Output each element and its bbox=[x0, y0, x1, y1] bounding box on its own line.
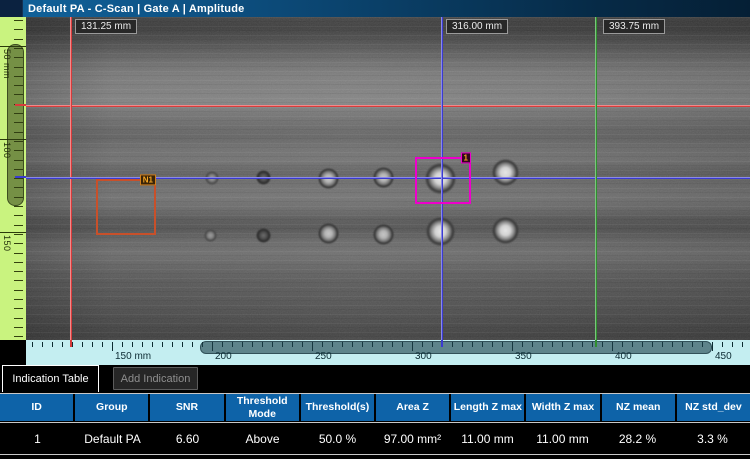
cursor-position-label: 393.75 mm bbox=[603, 19, 665, 34]
ruler-minor-tick bbox=[14, 290, 23, 291]
table-header-cell: NZ mean bbox=[602, 394, 675, 421]
ruler-minor-tick bbox=[92, 342, 93, 347]
table-cell: Default PA bbox=[75, 423, 150, 454]
ruler-minor-tick bbox=[14, 271, 23, 272]
tab-indication-table[interactable]: Indication Table bbox=[2, 365, 99, 392]
reference-box[interactable]: N1 bbox=[96, 179, 156, 235]
ruler-minor-tick bbox=[172, 342, 173, 347]
add-indication-button[interactable]: Add Indication bbox=[113, 367, 198, 390]
ruler-minor-tick bbox=[14, 225, 23, 226]
reference-cursor-horizontal[interactable] bbox=[26, 105, 750, 107]
ruler-minor-tick bbox=[14, 327, 23, 328]
reference-box-label: N1 bbox=[140, 174, 156, 185]
ruler-minor-tick bbox=[152, 342, 153, 347]
application-window: Default PA - C-Scan | Gate A | Amplitude… bbox=[0, 0, 750, 459]
ruler-minor-tick bbox=[14, 280, 23, 281]
ruler-minor-tick bbox=[14, 234, 23, 235]
ruler-minor-tick bbox=[14, 336, 23, 337]
ruler-minor-tick bbox=[162, 342, 163, 347]
table-header-cell: NZ std_dev bbox=[677, 394, 750, 421]
table-header-cell: Area Z bbox=[376, 394, 449, 421]
ruler-minor-tick bbox=[14, 308, 23, 309]
ruler-major-tick bbox=[112, 342, 113, 351]
table-cell: 28.2 % bbox=[600, 423, 675, 454]
ruler-minor-tick bbox=[14, 262, 23, 263]
ruler-minor-tick bbox=[14, 215, 23, 216]
ruler-minor-tick bbox=[14, 299, 23, 300]
ruler-major-tick bbox=[712, 342, 713, 351]
horizontal-scroll-thumb[interactable] bbox=[200, 341, 712, 354]
ruler-cursor-mark bbox=[15, 176, 26, 178]
ruler-minor-tick bbox=[142, 342, 143, 347]
ruler-minor-tick bbox=[14, 318, 23, 319]
secondary-cursor-vertical[interactable] bbox=[595, 17, 597, 340]
ruler-minor-tick bbox=[14, 243, 23, 244]
indication-blob bbox=[426, 217, 455, 246]
ruler-cursor-mark bbox=[70, 340, 72, 347]
indication-box-label: 1 bbox=[461, 152, 471, 163]
table-cell: 3.3 % bbox=[675, 423, 750, 454]
ruler-minor-tick bbox=[732, 342, 733, 347]
ruler-minor-tick bbox=[32, 342, 33, 347]
table-cell: 11.00 mm bbox=[525, 423, 600, 454]
ruler-label: 150 mm bbox=[115, 351, 151, 362]
ruler-minor-tick bbox=[62, 342, 63, 347]
ruler-corner bbox=[0, 340, 26, 365]
table-header-cell: ID bbox=[0, 394, 73, 421]
ruler-minor-tick bbox=[722, 342, 723, 347]
ruler-minor-tick bbox=[14, 29, 23, 30]
view-corner-icon[interactable] bbox=[0, 0, 23, 17]
ruler-minor-tick bbox=[102, 342, 103, 347]
ruler-minor-tick bbox=[14, 206, 23, 207]
view-title-bar: Default PA - C-Scan | Gate A | Amplitude bbox=[0, 0, 750, 17]
view-title: Default PA - C-Scan | Gate A | Amplitude bbox=[28, 3, 244, 15]
ruler-minor-tick bbox=[14, 39, 23, 40]
ruler-cursor-mark bbox=[15, 104, 26, 106]
vertical-ruler[interactable]: 50 mm100150 bbox=[0, 17, 27, 340]
ruler-minor-tick bbox=[182, 342, 183, 347]
indication-blob bbox=[204, 229, 217, 242]
table-header-cell: Threshold(s) bbox=[301, 394, 374, 421]
cursor-position-label: 131.25 mm bbox=[75, 19, 137, 34]
table-header-cell: Width Z max bbox=[526, 394, 599, 421]
ruler-minor-tick bbox=[72, 342, 73, 347]
ruler-minor-tick bbox=[52, 342, 53, 347]
indication-blob bbox=[492, 217, 519, 244]
ruler-minor-tick bbox=[14, 20, 23, 21]
ruler-minor-tick bbox=[82, 342, 83, 347]
ruler-major-tick bbox=[0, 232, 26, 233]
table-header-cell: Group bbox=[75, 394, 148, 421]
indication-blob bbox=[256, 228, 271, 243]
ruler-minor-tick bbox=[132, 342, 133, 347]
table-header-cell: SNR bbox=[150, 394, 223, 421]
indication-blob bbox=[373, 224, 394, 245]
table-cell: 11.00 mm bbox=[450, 423, 525, 454]
table-cell: 1 bbox=[0, 423, 75, 454]
indication-table-row[interactable]: 1Default PA6.60Above50.0 %97.00 mm²11.00… bbox=[0, 422, 750, 455]
table-header-cell: Length Z max bbox=[451, 394, 524, 421]
cursor-position-label: 316.00 mm bbox=[446, 19, 508, 34]
table-cell: 97.00 mm² bbox=[375, 423, 450, 454]
ruler-minor-tick bbox=[42, 342, 43, 347]
ruler-label: 450 bbox=[715, 351, 732, 362]
ruler-minor-tick bbox=[742, 342, 743, 347]
vertical-scroll-thumb[interactable] bbox=[7, 44, 24, 206]
ruler-cursor-mark bbox=[441, 340, 443, 347]
cscan-view[interactable]: N1 1 131.25 mm 316.00 mm 393.75 mm bbox=[26, 17, 750, 340]
ruler-minor-tick bbox=[14, 253, 23, 254]
table-cell: Above bbox=[225, 423, 300, 454]
table-cell: 50.0 % bbox=[300, 423, 375, 454]
table-cell: 6.60 bbox=[150, 423, 225, 454]
bottom-tab-bar: Indication Table Add Indication bbox=[0, 365, 750, 393]
indication-blob bbox=[318, 223, 339, 244]
indication-blob bbox=[492, 159, 519, 186]
indication-box[interactable]: 1 bbox=[415, 157, 471, 204]
horizontal-ruler[interactable]: 150 mm200250300350400450 bbox=[26, 340, 750, 365]
ruler-minor-tick bbox=[122, 342, 123, 347]
table-header-cell: Threshold Mode bbox=[226, 394, 299, 421]
indication-table-header: IDGroupSNRThreshold ModeThreshold(s)Area… bbox=[0, 393, 750, 421]
ruler-minor-tick bbox=[192, 342, 193, 347]
ruler-label: 150 bbox=[2, 235, 12, 252]
ruler-cursor-mark bbox=[595, 340, 597, 347]
